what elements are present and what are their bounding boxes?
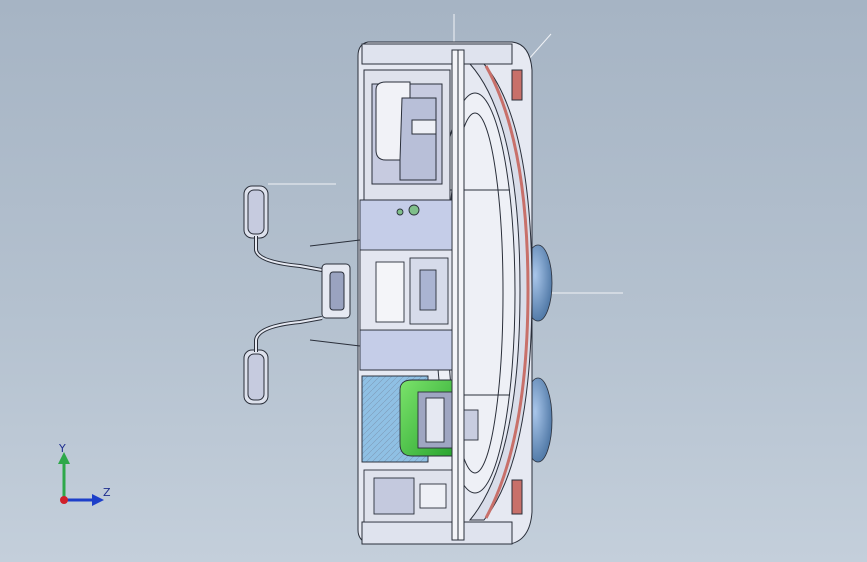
upper-module xyxy=(363,69,451,201)
assembly-model[interactable] xyxy=(0,0,867,562)
cad-viewport[interactable]: Y Z xyxy=(0,0,867,562)
origin-dot xyxy=(60,496,68,504)
z-axis-label: Z xyxy=(103,486,111,499)
y-axis-label: Y xyxy=(59,442,66,455)
left-bracket-assembly xyxy=(243,185,361,405)
bottom-module xyxy=(363,469,453,523)
middle-assembly xyxy=(359,199,453,371)
